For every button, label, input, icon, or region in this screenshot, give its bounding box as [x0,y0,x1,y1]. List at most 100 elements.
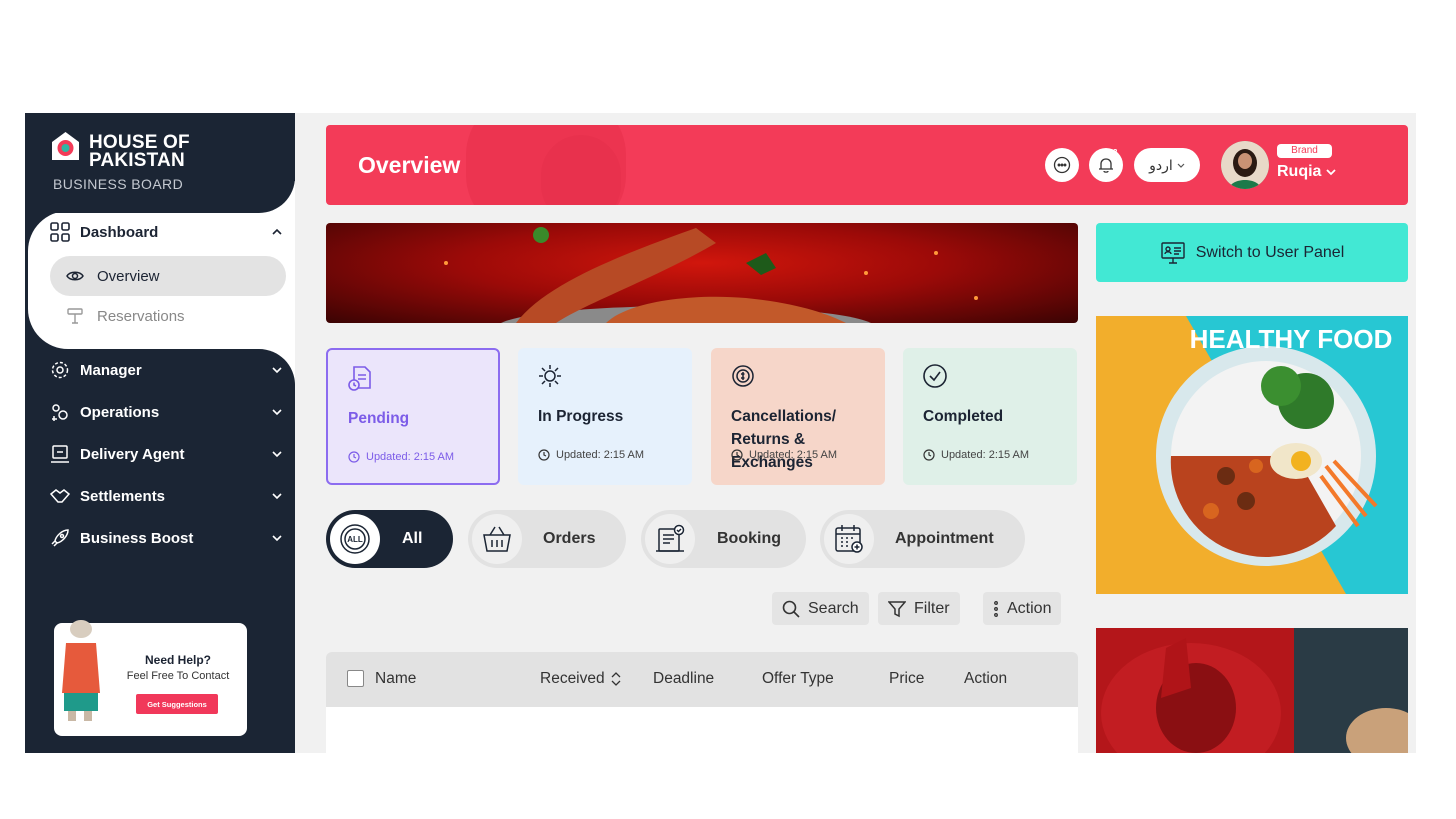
filter-button[interactable]: Filter [878,592,960,625]
sidebar-item-business-boost[interactable]: Business Boost [25,521,295,555]
chevron-down-icon [272,367,282,374]
reservation-icon [67,308,83,324]
spice-poster-icon [1101,628,1408,753]
tab-label: Appointment [895,530,994,547]
column-header-action[interactable]: Action [964,670,1007,688]
sidebar-item-label: Manager [80,361,142,379]
filter-icon [888,600,906,617]
app-window: HOUSE OF PAKISTAN BUSINESS BOARD Dashboa… [25,113,1416,753]
column-header-deadline[interactable]: Deadline [653,670,714,688]
sidebar-item-label: Business Boost [80,529,194,547]
ad-text: HEALTHY FOOD [1190,324,1393,354]
refund-icon [732,365,754,387]
status-card-updated: Updated: 2:15 AM [538,449,644,461]
table-header: Name Received Deadline Offer Type Price … [326,652,1078,707]
operations-icon [52,404,68,421]
column-header-offer-type[interactable]: Offer Type [762,670,834,688]
user-name: Ruqia [1277,163,1322,180]
status-card-updated: Updated: 2:15 AM [731,449,837,461]
chevron-down-icon [1177,163,1185,168]
svg-text:ALL: ALL [347,535,363,544]
column-header-received[interactable]: Received [540,670,621,688]
status-card-cancellations[interactable]: Cancellations/ Returns & Exchanges Updat… [711,348,885,485]
search-button[interactable]: Search [772,592,869,625]
calendar-icon [835,525,863,553]
bell-icon [1099,158,1113,173]
tab-booking[interactable]: Booking [641,510,806,568]
user-menu[interactable]: Ruqia [1277,163,1337,181]
handshake-icon [50,489,70,503]
more-vertical-icon [994,600,998,617]
get-suggestions-button[interactable]: Get Suggestions [136,694,218,714]
notifications-button[interactable] [1089,148,1123,182]
sidebar-item-settlements[interactable]: Settlements [25,479,295,513]
spice-ad-image[interactable] [1096,628,1408,753]
status-card-updated: Updated: 2:15 AM [348,451,454,463]
rocket-icon [51,529,69,547]
status-card-title: Completed [923,408,1004,425]
column-header-price[interactable]: Price [889,670,924,688]
tab-label: Orders [543,530,596,547]
user-photo-icon [1221,141,1269,189]
select-all-checkbox[interactable] [347,670,364,687]
grid-icon [50,222,70,242]
clock-icon [923,449,935,461]
sidebar-item-label: Operations [80,403,160,421]
status-card-completed[interactable]: Completed Updated: 2:15 AM [903,348,1077,485]
chevron-down-icon [272,451,282,458]
sidebar-item-operations[interactable]: Operations [25,395,295,429]
all-icon: ALL [340,524,370,554]
sidebar-item-manager[interactable]: Manager [25,353,295,387]
document-clock-icon [348,366,371,391]
switch-to-user-panel-button[interactable]: Switch to User Panel [1096,223,1408,282]
tab-appointment[interactable]: Appointment [820,510,1025,568]
healthy-food-ad-image[interactable]: HEALTHY FOOD [1096,316,1408,594]
help-subtitle: Feel Free To Contact [126,670,230,682]
chevron-down-icon [272,493,282,500]
avatar[interactable] [1221,141,1269,189]
chevron-up-icon [272,228,282,235]
clock-icon [538,449,550,461]
tab-all[interactable]: ALL All [326,510,453,568]
kebab-image-icon [444,227,978,323]
chat-button[interactable] [1045,148,1079,182]
role-badge: Brand [1277,144,1332,158]
table-body [326,707,1078,753]
status-card-title: Cancellations/ Returns & Exchanges [731,408,837,471]
status-card-in-progress[interactable]: In Progress Updated: 2:15 AM [518,348,692,485]
status-card-pending[interactable]: Pending Updated: 2:15 AM [326,348,500,485]
brand-subtitle: BUSINESS BOARD [53,176,184,192]
status-card-title: In Progress [538,408,624,425]
clock-icon [731,449,743,461]
chevron-down-icon [272,409,282,416]
column-header-name[interactable]: Name [375,670,416,688]
gear-icon [51,361,69,379]
sidebar-item-label: Settlements [80,487,166,505]
food-banner-image [326,223,1078,323]
sidebar-subitem-label: Reservations [97,307,185,325]
search-icon [782,600,800,618]
sidebar: HOUSE OF PAKISTAN BUSINESS BOARD Dashboa… [25,113,295,753]
check-circle-icon [923,364,947,388]
progress-sun-icon [539,365,561,387]
action-button[interactable]: Action [983,592,1062,625]
tab-label: Booking [717,530,781,547]
language-selector[interactable]: اردو [1134,148,1200,182]
sidebar-subitem-overview[interactable]: Overview [50,256,286,296]
sidebar-item-delivery-agent[interactable]: Delivery Agent [25,437,295,471]
sidebar-item-dashboard[interactable]: Dashboard [25,215,295,249]
chevron-down-icon [272,535,282,542]
sidebar-item-label: Delivery Agent [80,445,185,463]
chevron-down-icon [1326,169,1337,176]
help-title: Need Help? [144,653,211,667]
chat-bubble-icon [1053,156,1071,174]
sort-icon [611,672,621,686]
status-card-title: Pending [348,410,410,427]
tab-orders[interactable]: Orders [468,510,626,568]
sheep-mascot-icon [62,620,100,721]
tab-label: All [402,530,423,547]
eye-icon [66,271,84,281]
page-title: Overview [358,152,461,178]
sidebar-item-label: Dashboard [80,223,159,241]
sidebar-subitem-reservations[interactable]: Reservations [50,296,286,336]
